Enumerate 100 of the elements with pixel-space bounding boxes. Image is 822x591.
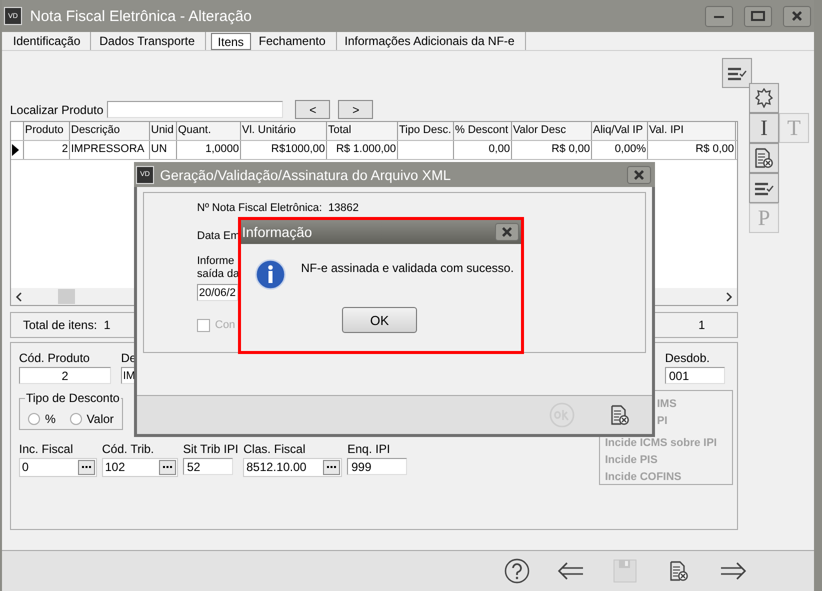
list-check-button[interactable] bbox=[722, 58, 752, 88]
field-label: Desdob. bbox=[665, 351, 711, 365]
minimize-icon bbox=[714, 14, 724, 18]
column-header[interactable]: Quant. bbox=[177, 122, 241, 140]
total-count-text: 1 bbox=[698, 318, 705, 332]
dialog-title: Informação bbox=[242, 224, 312, 240]
close-button[interactable] bbox=[627, 166, 651, 184]
ok-button[interactable]: OK bbox=[342, 307, 417, 333]
letter-icon: I bbox=[760, 115, 768, 141]
tool-button[interactable] bbox=[749, 173, 779, 203]
input-field[interactable]: 999 bbox=[347, 458, 408, 475]
close-button[interactable] bbox=[783, 6, 811, 26]
invoice-number-text: Nº Nota Fiscal Eletrônica: 13862 bbox=[197, 202, 359, 215]
row-pointer-icon bbox=[11, 144, 19, 156]
tool-button[interactable]: I bbox=[749, 113, 779, 143]
table-cell: 2 bbox=[24, 141, 70, 159]
option-label: Incide ICMS sobre IPI bbox=[605, 437, 718, 450]
minimize-button[interactable] bbox=[705, 6, 733, 26]
dialog-title: Geração/Validação/Assinatura do Arquivo XML bbox=[160, 166, 452, 182]
document-cancel-icon bbox=[611, 405, 629, 425]
tab[interactable]: Informações Adicionais da NF-e bbox=[342, 32, 526, 50]
close-icon bbox=[501, 227, 513, 237]
field-label: Sit Trib IPI bbox=[183, 442, 238, 456]
scroll-thumb[interactable] bbox=[58, 289, 75, 304]
group-title: Tipo de Desconto bbox=[25, 391, 121, 405]
input-field[interactable]: 001 bbox=[665, 367, 725, 384]
list-check-icon bbox=[754, 180, 774, 196]
field-label: Clas. Fiscal bbox=[243, 442, 306, 456]
tab[interactable]: Fechamento bbox=[256, 32, 336, 50]
column-header[interactable]: Valor Desc bbox=[512, 122, 592, 140]
scroll-right-icon bbox=[726, 292, 733, 302]
description-field[interactable]: IM bbox=[121, 367, 135, 384]
list-check-icon bbox=[727, 65, 747, 81]
search-field[interactable] bbox=[107, 101, 284, 118]
tool-button[interactable] bbox=[749, 83, 779, 113]
document-cancel-icon bbox=[755, 148, 773, 168]
column-header[interactable]: % Descont bbox=[454, 122, 512, 140]
table-cell: 1,0000 bbox=[177, 141, 241, 159]
column-header[interactable]: Val. IPI bbox=[648, 122, 736, 140]
close-icon bbox=[791, 11, 803, 21]
lookup-button[interactable] bbox=[78, 460, 95, 475]
seal-icon bbox=[754, 88, 774, 108]
lookup-field[interactable]: 102 bbox=[102, 458, 178, 477]
toolbar-button[interactable] bbox=[502, 556, 532, 586]
radio-button[interactable] bbox=[28, 413, 40, 425]
tool-button[interactable] bbox=[749, 143, 779, 173]
radio-button[interactable] bbox=[70, 413, 82, 425]
tab[interactable]: Itens bbox=[210, 33, 251, 50]
right-arrow-icon bbox=[720, 562, 746, 580]
column-header[interactable]: Vl. Unitário bbox=[241, 122, 327, 140]
info-icon bbox=[255, 259, 286, 290]
column-header[interactable]: Descrição bbox=[70, 122, 150, 140]
column-header[interactable]: Aliq/Val IP bbox=[592, 122, 648, 140]
tab[interactable]: Identificação bbox=[10, 32, 92, 50]
column-header[interactable]: Produto bbox=[24, 122, 70, 140]
lookup-button[interactable] bbox=[323, 460, 340, 475]
close-button[interactable] bbox=[495, 223, 519, 241]
radio-label: % bbox=[45, 412, 56, 426]
help-icon bbox=[504, 558, 530, 584]
left-arrow-icon bbox=[558, 562, 584, 580]
table-cell: 0,00 bbox=[454, 141, 512, 159]
scroll-left-icon bbox=[15, 292, 22, 302]
document-cancel-icon bbox=[670, 561, 688, 581]
product-code-field[interactable]: 2 bbox=[19, 367, 111, 384]
column-header[interactable]: Unid bbox=[150, 122, 177, 140]
table-cell: 0,00% bbox=[592, 141, 648, 159]
lookup-field[interactable]: 0 bbox=[19, 458, 97, 477]
letter-icon: P bbox=[758, 205, 770, 231]
column-header[interactable]: Total bbox=[327, 122, 398, 140]
option-label: Incide COFINS bbox=[605, 471, 682, 484]
option-label: Incide PIS bbox=[605, 454, 659, 467]
window-title: Nota Fiscal Eletrônica - Alteração bbox=[30, 8, 253, 24]
ellipsis-icon bbox=[82, 466, 91, 469]
radio-label: Valor bbox=[86, 412, 114, 426]
date-field[interactable]: 20/06/2 bbox=[197, 284, 238, 301]
option-label: IMS bbox=[657, 398, 678, 411]
table-cell: R$1000,00 bbox=[241, 141, 327, 159]
lookup-field[interactable]: 8512.10.00 bbox=[243, 458, 342, 477]
field-label: Cód. Trib. bbox=[102, 442, 156, 456]
table-cell: R$ 0,00 bbox=[512, 141, 592, 159]
tab[interactable]: Dados Transporte bbox=[96, 32, 206, 50]
message-text: NF-e assinada e validada com sucesso. bbox=[301, 261, 514, 275]
table-cell: R$ 0,00 bbox=[648, 141, 736, 159]
table-cell: UN bbox=[150, 141, 177, 159]
field-label: Enq. IPI bbox=[347, 442, 392, 456]
field-label: Cód. Produto bbox=[19, 351, 91, 365]
ellipsis-icon bbox=[163, 466, 172, 469]
next-button[interactable]: > bbox=[338, 100, 374, 119]
column-header[interactable]: Tipo Desc. bbox=[398, 122, 454, 140]
ellipsis-icon bbox=[327, 466, 336, 469]
previous-button[interactable]: < bbox=[295, 100, 330, 119]
save-icon bbox=[613, 559, 637, 583]
field-label: Inc. Fiscal bbox=[19, 442, 74, 456]
total-items-text: Total de itens: 1 bbox=[23, 318, 110, 332]
letter-icon: T bbox=[787, 115, 801, 141]
close-icon bbox=[633, 170, 645, 180]
maximize-button[interactable] bbox=[744, 6, 772, 26]
lookup-button[interactable] bbox=[159, 460, 176, 475]
maximize-icon bbox=[751, 11, 765, 21]
input-field[interactable]: 52 bbox=[183, 458, 233, 475]
